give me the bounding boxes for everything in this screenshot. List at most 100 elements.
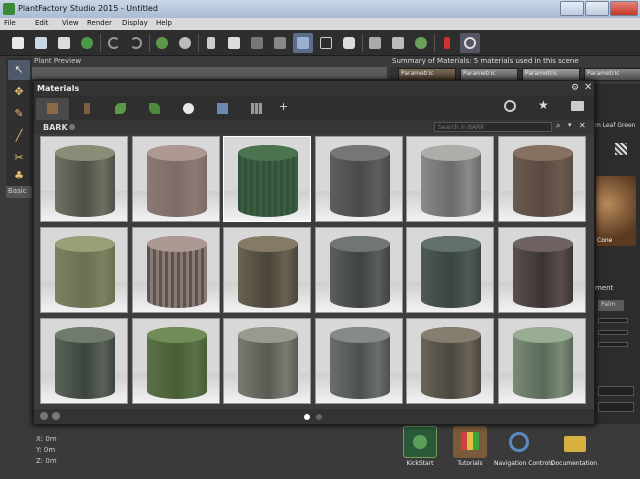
camera-button[interactable] — [339, 33, 359, 53]
frame-button[interactable] — [316, 33, 336, 53]
render-button[interactable] — [365, 33, 385, 53]
material-thumbnail[interactable] — [132, 318, 220, 404]
material-thumbnail[interactable] — [406, 318, 494, 404]
left-tool-strip: ↖ ✥ ✎ ╱ ✂ ♣ — [6, 58, 32, 186]
redo-button[interactable] — [126, 33, 146, 53]
basic-tab[interactable]: Basic — [6, 186, 32, 198]
right-panel-slider[interactable] — [598, 318, 628, 323]
category-info-icon[interactable] — [69, 124, 75, 130]
palm-field[interactable]: Palm — [598, 300, 624, 311]
material-thumbnail[interactable] — [498, 318, 586, 404]
menu-display[interactable]: Display — [122, 19, 148, 27]
toolbar-separator — [149, 34, 150, 52]
menu-bar: File Edit View Render Display Help — [0, 18, 640, 30]
menu-view[interactable]: View — [62, 19, 79, 27]
select-tool-button[interactable]: ↖ — [8, 60, 30, 80]
menu-file[interactable]: File — [4, 19, 16, 27]
search-input[interactable] — [434, 122, 552, 132]
bark-cylinder-top — [421, 327, 481, 343]
summary-header: Summary of Materials: 5 materials used i… — [392, 57, 579, 65]
close-icon[interactable]: ✕ — [584, 82, 592, 93]
kickstart-button[interactable] — [403, 426, 437, 458]
history-button[interactable] — [460, 33, 480, 53]
tab-branch[interactable] — [70, 98, 103, 120]
tab-leaf-2[interactable] — [138, 98, 171, 120]
material-thumbnail[interactable] — [223, 318, 311, 404]
material-thumbnail[interactable] — [406, 227, 494, 313]
material-thumbnail[interactable] — [40, 136, 128, 222]
add-tab-icon[interactable]: + — [279, 100, 288, 113]
right-panel-slider[interactable] — [598, 342, 628, 347]
tab-folder[interactable] — [206, 98, 239, 120]
move-nodes-button[interactable]: ✥ — [8, 82, 30, 102]
page-dot[interactable] — [316, 414, 322, 420]
material-thumbnail[interactable] — [315, 136, 403, 222]
delete-button[interactable] — [270, 33, 290, 53]
tab-bark[interactable] — [36, 98, 69, 120]
recent-clock-icon[interactable] — [504, 100, 516, 112]
footer-settings-icon[interactable] — [40, 412, 48, 420]
open-folder-icon[interactable] — [571, 101, 584, 111]
tab-grid[interactable] — [240, 98, 273, 120]
menu-help[interactable]: Help — [156, 19, 172, 27]
plant-view-icon — [415, 37, 427, 49]
category-label: BARK — [43, 123, 68, 132]
menu-edit[interactable]: Edit — [35, 19, 49, 27]
view-button[interactable] — [293, 33, 313, 53]
trunk-tool-button[interactable]: ♣ — [8, 166, 30, 186]
gear-icon[interactable]: ⚙ — [571, 83, 579, 93]
paste-button[interactable] — [247, 33, 267, 53]
open-button[interactable] — [31, 33, 51, 53]
maximize-button[interactable] — [585, 1, 609, 16]
menu-render[interactable]: Render — [87, 19, 112, 27]
material-thumbnail[interactable] — [132, 136, 220, 222]
documentation-button[interactable] — [558, 426, 592, 458]
plant-settings-button[interactable] — [175, 33, 195, 53]
page-dot[interactable] — [304, 414, 310, 420]
material-thumbnail[interactable] — [315, 318, 403, 404]
close-window-button[interactable] — [610, 1, 638, 16]
tab-leaf[interactable] — [104, 98, 137, 120]
material-thumbnail[interactable] — [132, 227, 220, 313]
category-bar: BARK ⌕ ▾ ✕ — [34, 120, 594, 134]
right-panel-field[interactable] — [598, 402, 634, 412]
render-settings-button[interactable] — [388, 33, 408, 53]
new-file-icon — [12, 37, 24, 49]
save-button[interactable] — [54, 33, 74, 53]
material-thumbnail[interactable] — [40, 227, 128, 313]
favorites-star-icon[interactable]: ★ — [538, 98, 549, 112]
pencil-tool-button[interactable]: ✎ — [8, 104, 30, 124]
brush-tool-button[interactable]: ╱ — [8, 126, 30, 146]
plant-download-button[interactable] — [77, 33, 97, 53]
clear-search-icon[interactable]: ✕ — [579, 121, 586, 130]
brush-button[interactable] — [437, 33, 457, 53]
right-panel-slider[interactable] — [598, 330, 628, 335]
plant-preview-area[interactable] — [32, 67, 387, 79]
checker-icon[interactable] — [615, 143, 627, 155]
tab-flower[interactable] — [172, 98, 205, 120]
plant-view-button[interactable] — [411, 33, 431, 53]
cut-button[interactable] — [201, 33, 221, 53]
material-thumbnail[interactable] — [315, 227, 403, 313]
material-thumbnail[interactable] — [498, 136, 586, 222]
undo-button[interactable] — [104, 33, 124, 53]
right-panel-field[interactable] — [598, 386, 634, 396]
material-thumbnail[interactable] — [223, 227, 311, 313]
minimize-button[interactable] — [560, 1, 584, 16]
navigation-controls-button[interactable] — [503, 426, 537, 458]
material-thumbnail[interactable] — [223, 136, 311, 222]
new-file-button[interactable] — [8, 33, 28, 53]
search-icon[interactable]: ⌕ — [556, 121, 560, 131]
material-thumbnail[interactable] — [40, 318, 128, 404]
footer-remove-icon[interactable] — [52, 412, 60, 420]
tutorials-button[interactable] — [453, 426, 487, 458]
plant-button[interactable] — [152, 33, 172, 53]
coord-z: Z: 0m — [36, 457, 57, 465]
material-thumbnail[interactable] — [498, 227, 586, 313]
material-thumbnail[interactable] — [406, 136, 494, 222]
cut-tool-button[interactable]: ✂ — [8, 148, 30, 168]
move-nodes-icon: ✥ — [14, 85, 24, 98]
copy-button[interactable] — [224, 33, 244, 53]
summary-thumb-label: Parametric — [401, 70, 434, 77]
search-dropdown-icon[interactable]: ▾ — [568, 121, 572, 129]
